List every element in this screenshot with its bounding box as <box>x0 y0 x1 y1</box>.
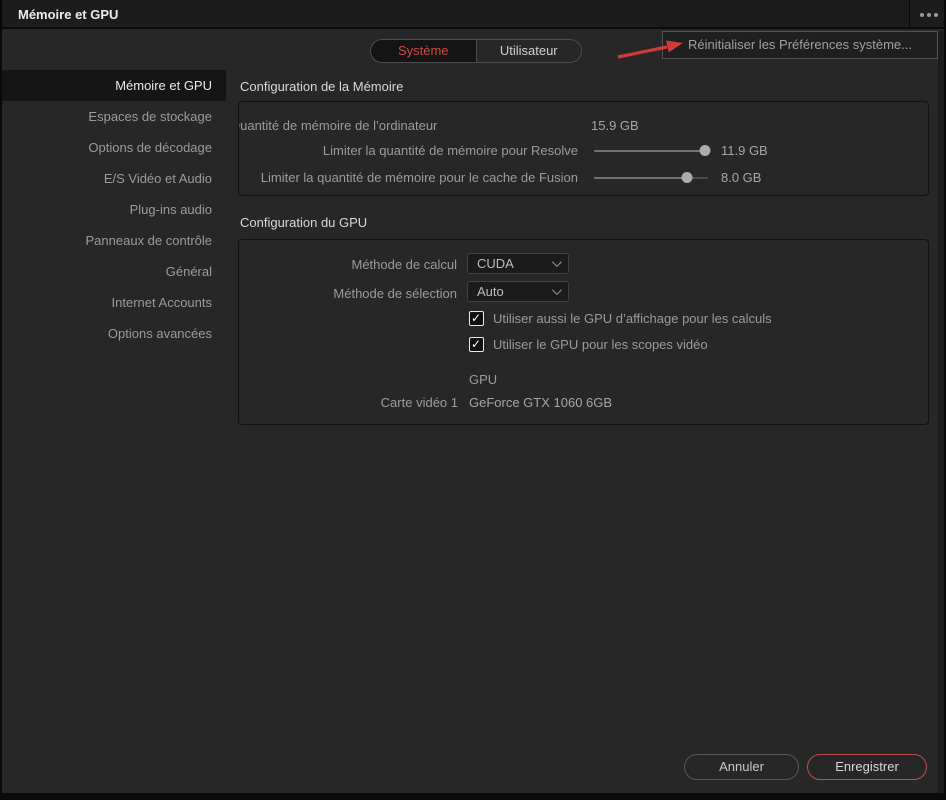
total-memory-label: Quantité de mémoire de l’ordinateur <box>238 118 437 133</box>
dot-icon <box>934 13 938 17</box>
gpu-section-title: Configuration du GPU <box>240 215 367 230</box>
gpu-panel: Méthode de calcul CUDA Méthode de sélect… <box>238 239 929 425</box>
scopes-gpu-checkbox[interactable] <box>469 337 484 352</box>
chevron-down-icon <box>552 257 562 267</box>
total-memory-value: 15.9 GB <box>591 118 639 133</box>
sidebar-item-memoire-gpu[interactable]: Mémoire et GPU <box>2 70 226 101</box>
selection-method-label: Méthode de sélection <box>333 286 457 301</box>
slider-handle[interactable] <box>682 172 693 183</box>
selection-method-select[interactable]: Auto <box>467 281 569 302</box>
compute-method-select[interactable]: CUDA <box>467 253 569 274</box>
fusion-cache-label: Limiter la quantité de mémoire pour le c… <box>261 170 578 185</box>
sidebar-item-es-video-audio[interactable]: E/S Vidéo et Audio <box>2 163 226 194</box>
titlebar-divider <box>909 0 910 29</box>
sidebar-item-general[interactable]: Général <box>2 256 226 287</box>
memory-section-title: Configuration de la Mémoire <box>240 79 403 94</box>
menu-item-reset-system-preferences[interactable]: Réinitialiser les Préférences système... <box>662 31 938 59</box>
sidebar-item-panneaux-controle[interactable]: Panneaux de contrôle <box>2 225 226 256</box>
ellipsis-menu-icon[interactable] <box>913 0 944 29</box>
sidebar-item-internet-accounts[interactable]: Internet Accounts <box>2 287 226 318</box>
slider-fill <box>594 150 705 152</box>
titlebar: Mémoire et GPU <box>0 0 946 29</box>
fusion-cache-value: 8.0 GB <box>721 170 761 185</box>
resolve-memory-label: Limiter la quantité de mémoire pour Reso… <box>323 143 578 158</box>
gpu-list-header: GPU <box>469 372 497 387</box>
display-gpu-checkbox-label: Utiliser aussi le GPU d’affichage pour l… <box>493 311 772 326</box>
sidebar-item-plugins-audio[interactable]: Plug-ins audio <box>2 194 226 225</box>
tab-bar: Système Utilisateur <box>370 39 582 63</box>
slider-fill <box>594 177 687 179</box>
slider-handle[interactable] <box>699 145 710 156</box>
sidebar-item-options-decodage[interactable]: Options de décodage <box>2 132 226 163</box>
preferences-window: Mémoire et GPU Système Utilisateur Réini… <box>0 0 946 800</box>
tab-user[interactable]: Utilisateur <box>476 40 582 62</box>
dot-icon <box>927 13 931 17</box>
window-title: Mémoire et GPU <box>18 0 118 29</box>
video-card-1-label: Carte vidéo 1 <box>381 395 458 410</box>
resolve-memory-slider[interactable] <box>594 143 708 159</box>
compute-method-value: CUDA <box>477 256 514 271</box>
window-edge <box>0 793 946 800</box>
resolve-memory-value: 11.9 GB <box>721 143 768 158</box>
selection-method-value: Auto <box>477 284 504 299</box>
memory-panel: Quantité de mémoire de l’ordinateur 15.9… <box>238 101 929 196</box>
window-edge <box>0 0 2 800</box>
video-card-1-value: GeForce GTX 1060 6GB <box>469 395 612 410</box>
display-gpu-checkbox[interactable] <box>469 311 484 326</box>
annotation-arrow-icon <box>615 38 687 60</box>
tab-system[interactable]: Système <box>371 40 476 62</box>
sidebar-item-options-avancees[interactable]: Options avancées <box>2 318 226 349</box>
cancel-button[interactable]: Annuler <box>684 754 799 780</box>
dot-icon <box>920 13 924 17</box>
chevron-down-icon <box>552 285 562 295</box>
save-button[interactable]: Enregistrer <box>807 754 927 780</box>
sidebar-item-espaces-stockage[interactable]: Espaces de stockage <box>2 101 226 132</box>
scopes-gpu-checkbox-label: Utiliser le GPU pour les scopes vidéo <box>493 337 708 352</box>
compute-method-label: Méthode de calcul <box>351 257 457 272</box>
fusion-cache-slider[interactable] <box>594 170 708 186</box>
sidebar: Mémoire et GPU Espaces de stockage Optio… <box>2 70 226 349</box>
